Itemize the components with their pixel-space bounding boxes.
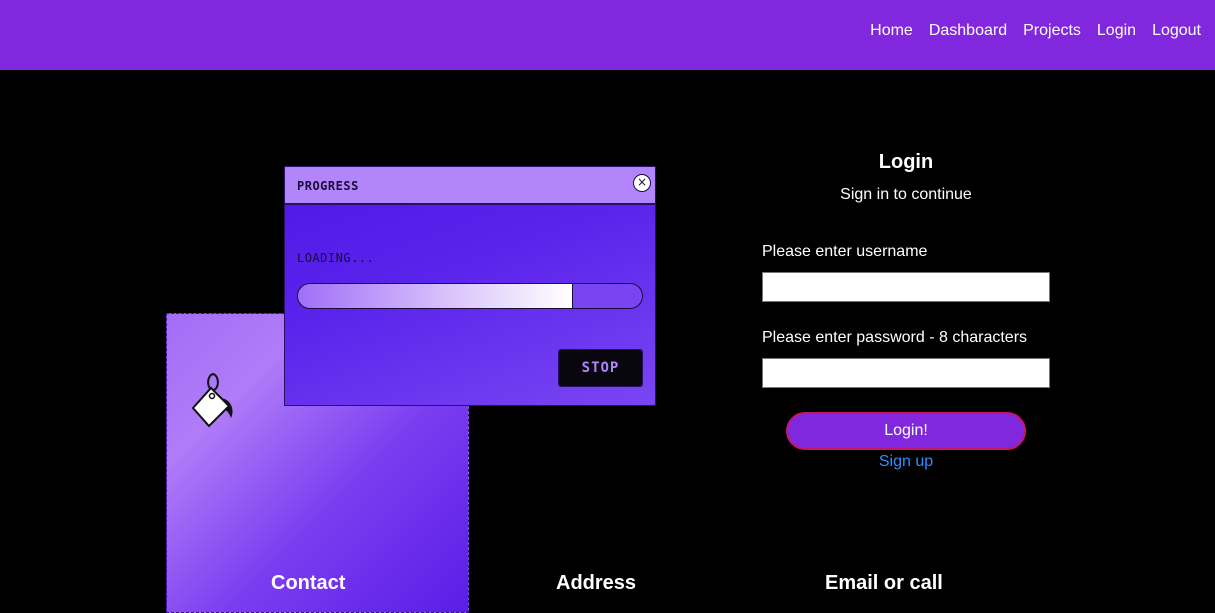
progress-bar <box>297 283 643 309</box>
footer-email-heading: Email or call <box>825 572 943 594</box>
progress-window-illustration: PROGRESS × LOADING... STOP <box>284 166 656 406</box>
signup-link[interactable]: Sign up <box>762 453 1050 471</box>
stop-button: STOP <box>558 349 643 387</box>
login-title: Login <box>878 151 934 173</box>
login-subtitle: Sign in to continue <box>840 186 972 203</box>
progress-window-title: PROGRESS <box>297 179 359 193</box>
close-icon: × <box>633 174 651 192</box>
nav-login-link[interactable]: Login <box>1097 22 1136 40</box>
loading-text: LOADING... <box>297 251 375 265</box>
password-label: Please enter password - 8 characters <box>762 329 1028 346</box>
progress-bar-fill <box>298 284 574 308</box>
username-label: Please enter username <box>762 243 928 260</box>
top-navbar: Home Dashboard Projects Login Logout <box>0 0 1215 70</box>
nav-logout-link[interactable]: Logout <box>1152 22 1201 40</box>
paint-bucket-icon <box>191 372 233 428</box>
username-input[interactable] <box>762 272 1050 302</box>
password-input[interactable] <box>762 358 1050 388</box>
progress-window-titlebar: PROGRESS × <box>285 167 655 205</box>
nav-dashboard-link[interactable]: Dashboard <box>929 22 1007 40</box>
nav-links: Home Dashboard Projects Login Logout <box>870 22 1201 40</box>
nav-projects-link[interactable]: Projects <box>1023 22 1081 40</box>
footer-contact-heading: Contact <box>271 572 346 594</box>
footer-address-heading: Address <box>556 572 637 594</box>
nav-home-link[interactable]: Home <box>870 22 913 40</box>
login-submit-button[interactable]: Login! <box>786 412 1026 450</box>
